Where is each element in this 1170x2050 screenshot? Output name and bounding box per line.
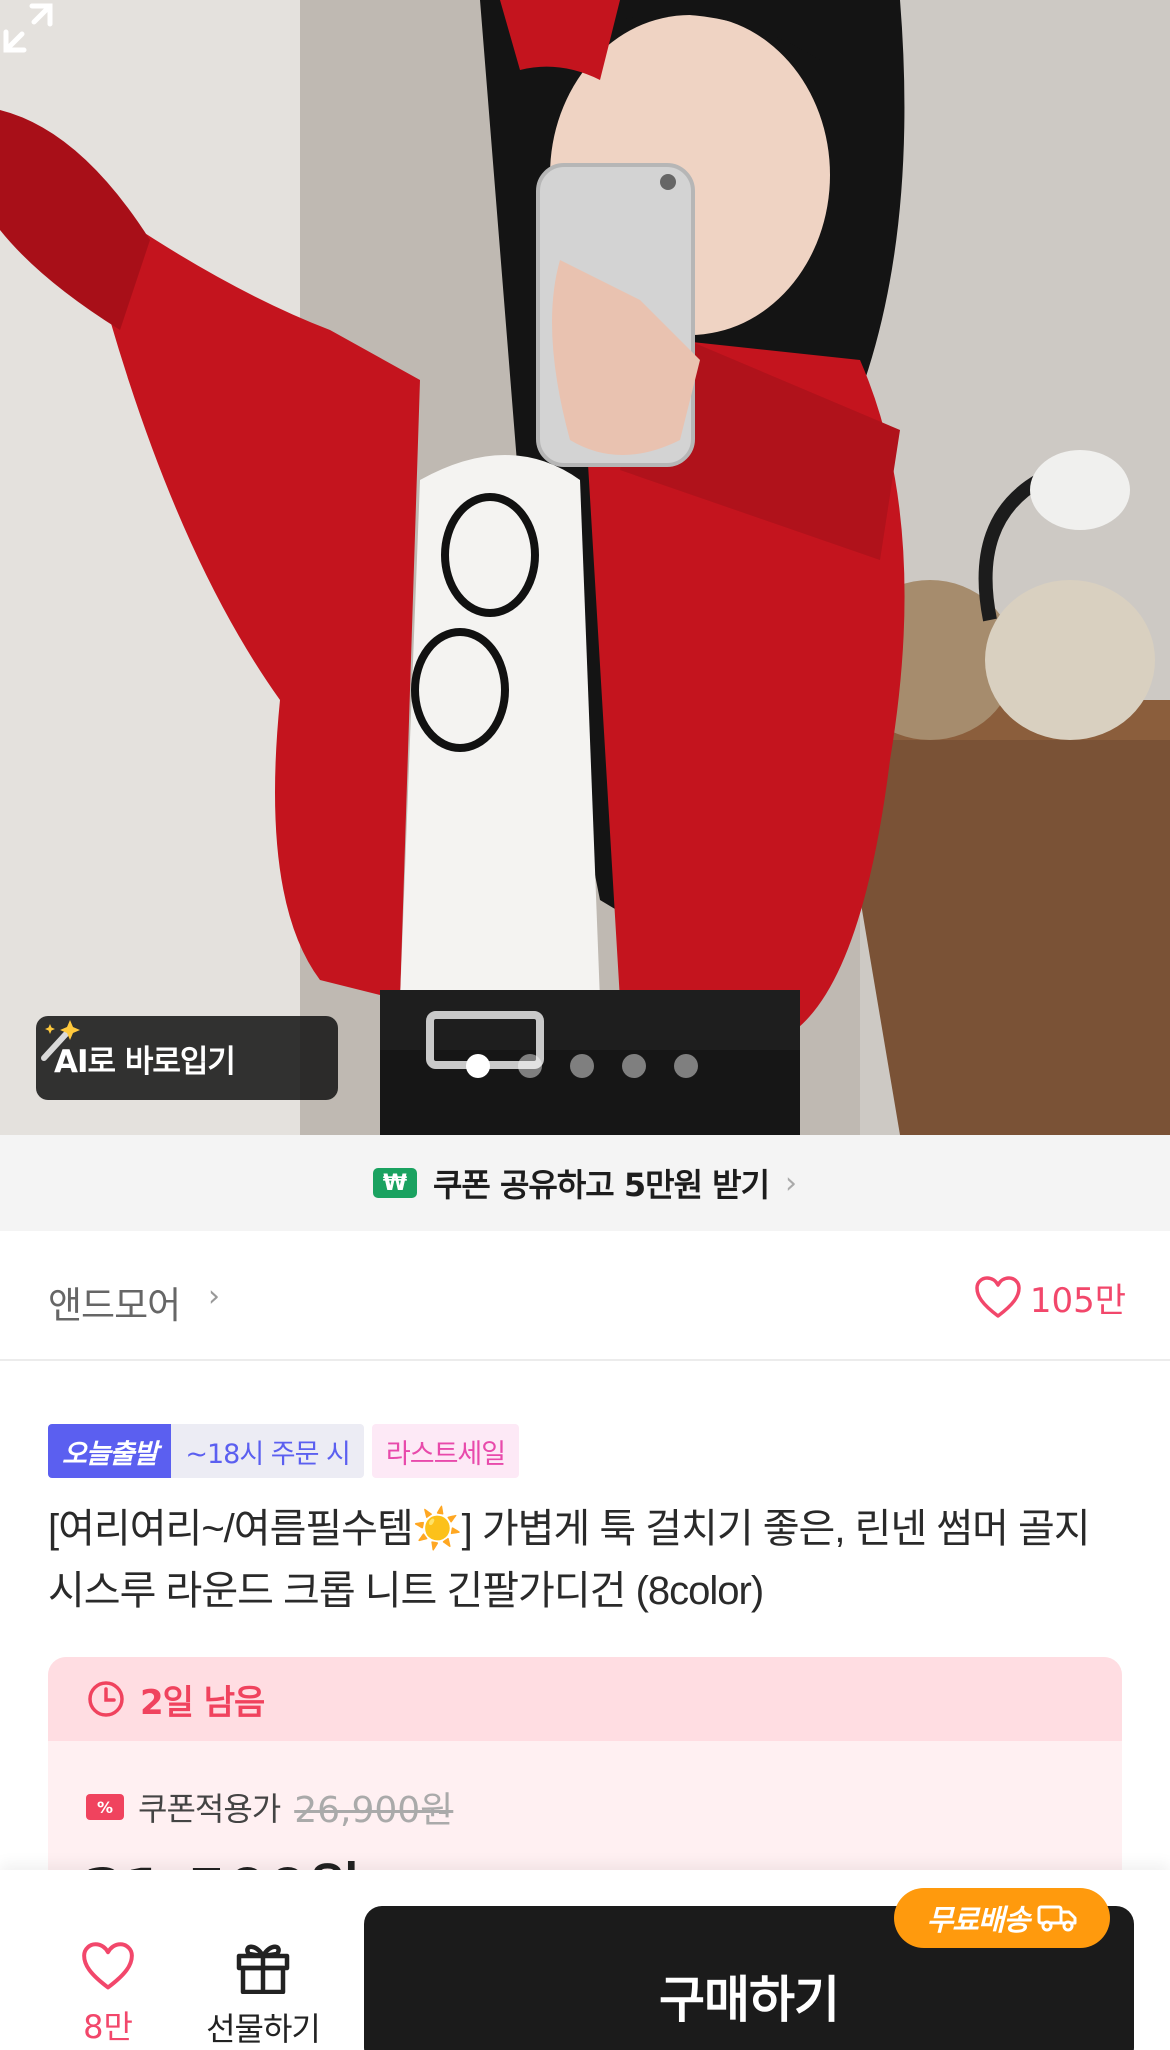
heart-icon xyxy=(82,1942,134,1990)
carousel-indicator xyxy=(466,1054,698,1078)
clock-icon xyxy=(88,1681,124,1717)
carousel-dot[interactable] xyxy=(518,1054,542,1078)
store-name-link[interactable]: 앤드모어 xyxy=(48,1275,181,1329)
gift-label: 선물하기 xyxy=(206,2010,321,2048)
carousel-dot[interactable] xyxy=(674,1054,698,1078)
coupon-price-label: 쿠폰적용가 xyxy=(138,1790,281,1828)
product-photo[interactable]: AI로 바로입기 xyxy=(0,0,1170,1135)
heart-icon xyxy=(975,1275,1021,1318)
sale-timer: 2일 남음 xyxy=(140,1682,265,1723)
wishlist-count: 8만 xyxy=(83,2008,133,2046)
store-like-count: 105만 xyxy=(1029,1281,1126,1321)
buy-label: 구매하기 xyxy=(659,1971,840,2029)
product-title: [여리여리~/여름필수템☀️] 가볍게 툭 걸치기 좋은, 린넨 썸머 골지 시… xyxy=(48,1507,1091,1613)
free-shipping-badge: 무료배송 xyxy=(894,1888,1110,1948)
carousel-dot[interactable] xyxy=(466,1054,490,1078)
magic-wand-icon xyxy=(41,1020,80,1061)
chevron-right-icon: › xyxy=(785,1165,798,1201)
coupon-share-text: 쿠폰 공유하고 5만원 받기 xyxy=(432,1166,770,1204)
last-sale-badge: 라스트세일 xyxy=(371,1424,520,1478)
coupon-icon: % xyxy=(86,1794,124,1820)
original-price: 26,900원 xyxy=(294,1790,454,1831)
cutoff-time-badge: ~18시 주문 시 xyxy=(171,1424,364,1478)
ai-try-on-button[interactable]: AI로 바로입기 xyxy=(36,1016,338,1100)
carousel-dot[interactable] xyxy=(622,1054,646,1078)
truck-icon xyxy=(1037,1905,1077,1932)
won-icon: ₩ xyxy=(372,1168,417,1198)
carousel-dot[interactable] xyxy=(570,1054,594,1078)
timer-row: 2일 남음 xyxy=(48,1657,1122,1741)
gift-icon xyxy=(236,1944,290,1995)
free-shipping-label: 무료배송 xyxy=(926,1903,1031,1937)
expand-icon[interactable] xyxy=(0,0,56,56)
chevron-right-icon: › xyxy=(208,1279,220,1314)
product-photo-illustration xyxy=(0,0,1170,1135)
gift-button[interactable]: 선물하기 xyxy=(198,1938,328,2050)
wishlist-button[interactable]: 8만 xyxy=(70,1942,146,2048)
product-badges: 오늘출발 ~18시 주문 시 라스트세일 xyxy=(48,1424,520,1478)
coupon-share-banner[interactable]: ₩ 쿠폰 공유하고 5만원 받기 › xyxy=(0,1135,1170,1231)
today-shipping-badge: 오늘출발 xyxy=(48,1424,172,1478)
coupon-price-row: % 쿠폰적용가 26,900원 xyxy=(86,1781,453,1833)
store-like-button[interactable]: 105만 xyxy=(974,1273,1126,1322)
store-row: 앤드모어 › 105만 xyxy=(0,1231,1170,1361)
